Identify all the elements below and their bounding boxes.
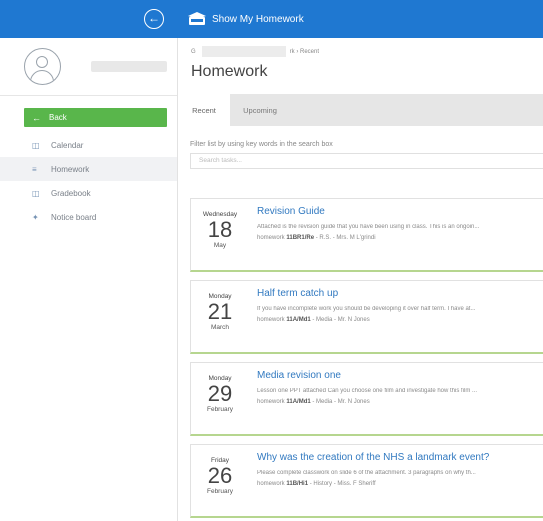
sidebar-item-notice-board[interactable]: ✦ Notice board (0, 205, 177, 229)
task-date: Wednesday 18 May (191, 199, 249, 271)
task-class: 11A/Md1 (286, 317, 311, 323)
task-title[interactable]: Revision Guide (257, 206, 325, 217)
profile (0, 38, 177, 96)
calendar-icon: ◫ (32, 140, 40, 150)
back-button-label: Back (49, 113, 67, 122)
brand[interactable]: Show My Homework (188, 12, 304, 26)
search-input[interactable]: Search tasks... (190, 153, 543, 169)
breadcrumb-redacted (201, 46, 286, 57)
sidebar-item-label: Homework (51, 164, 90, 174)
logo-icon (188, 12, 206, 25)
task-day: 26 (207, 463, 233, 488)
app-title: Show My Homework (212, 13, 304, 25)
sidebar-item-homework[interactable]: ≡ Homework (0, 157, 177, 181)
task-card[interactable]: Monday 21 March Half term catch up If yo… (190, 280, 543, 354)
task-title[interactable]: Why was the creation of the NHS a landma… (257, 452, 489, 463)
task-class: 11A/Md1 (286, 399, 311, 405)
task-day: 21 (207, 299, 233, 324)
task-date: Monday 29 February (191, 363, 249, 435)
task-date: Friday 26 February (191, 445, 249, 517)
task-card[interactable]: Wednesday 18 May Revision Guide Attached… (190, 198, 543, 272)
task-card[interactable]: Friday 26 February Why was the creation … (190, 444, 543, 518)
book-icon: ◫ (32, 188, 40, 198)
task-month: February (206, 406, 233, 413)
task-description: If you have incomplete work you should b… (257, 306, 476, 312)
task-month: March (210, 324, 230, 331)
tab-upcoming[interactable]: Upcoming (230, 94, 290, 126)
tab-recent[interactable]: Recent (178, 94, 230, 126)
task-class: 11BR1/Re (286, 235, 315, 241)
task-description: Please complete classwork on slide 6 of … (257, 470, 476, 476)
task-description: Attached is the revision guide that you … (257, 224, 480, 230)
breadcrumb: G rk › Recent (191, 38, 543, 57)
task-meta: homework 11B/Hi1 - History - Miss. F She… (257, 481, 376, 487)
task-date: Monday 21 March (191, 281, 249, 353)
task-meta: homework 11A/Md1 - Media - Mr. N Jones (257, 317, 370, 323)
pin-icon: ✦ (32, 212, 39, 222)
tab-bar: Recent Upcoming (178, 94, 543, 126)
task-month: May (213, 242, 227, 249)
task-description: Lesson one PPT attached Can you choose o… (257, 388, 478, 394)
top-bar-left: ← (0, 0, 178, 38)
collapse-sidebar-icon[interactable]: ← (144, 9, 164, 29)
task-day: 18 (207, 217, 233, 242)
task-meta: homework 11A/Md1 - Media - Mr. N Jones (257, 399, 370, 405)
sidebar-item-label: Calendar (51, 140, 84, 150)
sidebar-item-calendar[interactable]: ◫ Calendar (0, 133, 177, 157)
task-month: February (206, 488, 233, 495)
task-class: 11B/Hi1 (286, 481, 309, 487)
avatar[interactable] (24, 48, 61, 85)
top-bar: ← Show My Homework (0, 0, 543, 38)
sidebar-item-gradebook[interactable]: ◫ Gradebook (0, 181, 177, 205)
page-title: Homework (191, 63, 268, 80)
filter-label: Filter list by using key words in the se… (190, 141, 333, 148)
task-card[interactable]: Monday 29 February Media revision one Le… (190, 362, 543, 436)
breadcrumb-prefix[interactable]: G (191, 49, 196, 55)
user-name-redacted (91, 61, 167, 72)
back-button[interactable]: ← Back (24, 108, 167, 127)
breadcrumb-current: Recent (300, 48, 320, 55)
sidebar-item-label: Notice board (51, 212, 97, 222)
task-day: 29 (207, 381, 233, 406)
list-icon: ≡ (32, 164, 37, 174)
back-arrow-icon: ← (32, 112, 41, 123)
task-meta: homework 11BR1/Re - R.S. - Mrs. M L'grin… (257, 235, 376, 241)
task-title[interactable]: Media revision one (257, 370, 341, 381)
sidebar-item-label: Gradebook (51, 188, 91, 198)
task-title[interactable]: Half term catch up (257, 288, 338, 299)
page-header: G rk › Recent Homework (178, 38, 543, 94)
sidebar: ← Back ◫ Calendar ≡ Homework ◫ Gradebook… (0, 38, 178, 521)
